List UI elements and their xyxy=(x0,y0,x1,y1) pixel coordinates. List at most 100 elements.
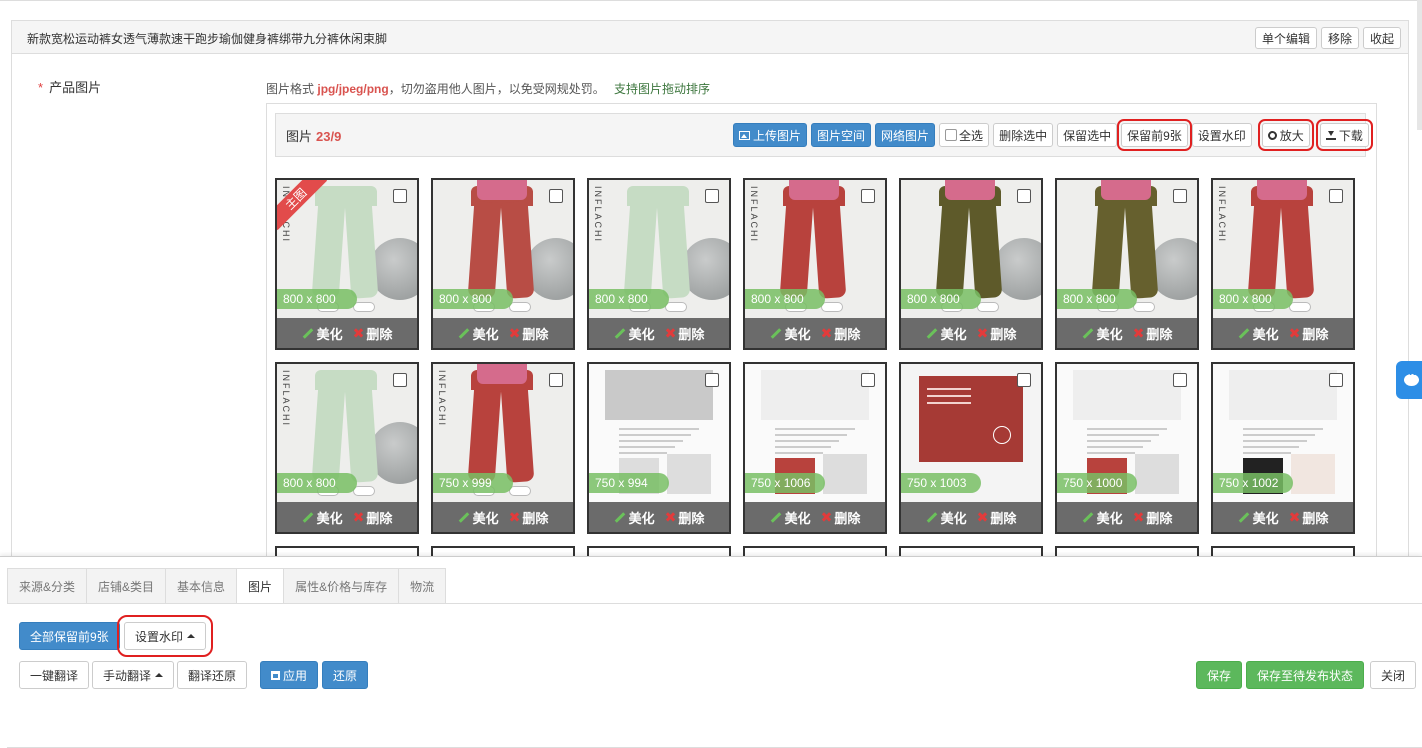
beautify-button[interactable]: 美化 xyxy=(926,324,967,343)
doc-block xyxy=(761,370,869,420)
scrollbar[interactable] xyxy=(1417,0,1422,130)
delete-image-button[interactable]: ✖ 删除 xyxy=(977,508,1017,527)
image-checkbox[interactable] xyxy=(1329,189,1343,203)
doc-line xyxy=(1087,434,1159,436)
delete-image-button[interactable]: ✖ 删除 xyxy=(821,324,861,343)
save-button[interactable]: 保存 xyxy=(1196,661,1243,689)
torso xyxy=(1257,180,1307,200)
image-checkbox[interactable] xyxy=(1017,373,1031,387)
image-checkbox[interactable] xyxy=(1173,373,1187,387)
delete-image-button[interactable]: ✖ 删除 xyxy=(665,508,705,527)
download-button[interactable]: 下载 xyxy=(1315,119,1373,151)
delete-image-button[interactable]: ✖ 删除 xyxy=(509,508,549,527)
product-thumbnail[interactable]: INFLACHI 800 x 800 美化 ✖ 删除 xyxy=(587,178,731,350)
tab-4[interactable]: 属性&价格与库存 xyxy=(283,568,399,604)
keep-selected-button[interactable]: 保留选中 xyxy=(1057,123,1118,147)
product-thumbnail[interactable]: 750 x 1000 美化 ✖ 删除 xyxy=(1055,362,1199,534)
shoe xyxy=(665,302,687,312)
tab-1[interactable]: 店铺&类目 xyxy=(86,568,166,604)
product-thumbnail[interactable]: INFLACHI 800 x 800 美化 ✖ 删除 xyxy=(743,178,887,350)
beautify-button[interactable]: 美化 xyxy=(302,324,343,343)
one-click-translate-button[interactable]: 一键翻译 xyxy=(19,661,90,689)
set-watermark-dropdown[interactable]: 设置水印 xyxy=(116,615,214,657)
delete-selected-button[interactable]: 删除选中 xyxy=(993,123,1054,147)
doc-line xyxy=(1243,440,1307,442)
save-pending-button[interactable]: 保存至待发布状态 xyxy=(1246,661,1365,689)
product-thumbnail[interactable]: INFLACHI 800 x 800 美化 ✖ 删除 xyxy=(275,362,419,534)
apply-button[interactable]: 应用 xyxy=(260,661,319,689)
close-button[interactable]: 关闭 xyxy=(1370,661,1417,689)
single-edit-button[interactable]: 单个编辑 xyxy=(1254,27,1317,49)
beautify-button[interactable]: 美化 xyxy=(926,508,967,527)
product-header: 新款宽松运动裤女透气薄款速干跑步瑜伽健身裤绑带九分裤休闲束脚 单个编辑 移除 收… xyxy=(12,21,1408,54)
keep-first-9-button[interactable]: 保留前9张 xyxy=(1117,119,1192,151)
product-thumbnail[interactable]: 750 x 1006 美化 ✖ 删除 xyxy=(743,362,887,534)
beautify-button[interactable]: 美化 xyxy=(1238,324,1279,343)
manual-translate-dropdown[interactable]: 手动翻译 xyxy=(92,661,175,689)
product-thumbnail[interactable]: 750 x 994 美化 ✖ 删除 xyxy=(587,362,731,534)
zoom-button[interactable]: 放大 xyxy=(1257,119,1314,151)
delete-image-button[interactable]: ✖ 删除 xyxy=(1289,508,1329,527)
beautify-button[interactable]: 美化 xyxy=(458,508,499,527)
image-checkbox[interactable] xyxy=(393,373,407,387)
delete-image-button[interactable]: ✖ 删除 xyxy=(1133,324,1173,343)
delete-image-button[interactable]: ✖ 删除 xyxy=(509,324,549,343)
beautify-button[interactable]: 美化 xyxy=(614,508,655,527)
keep-all-first9-button[interactable]: 全部保留前9张 xyxy=(19,622,120,650)
tab-0[interactable]: 来源&分类 xyxy=(7,568,87,604)
tab-2[interactable]: 基本信息 xyxy=(165,568,237,604)
hint-prefix: 图片格式 xyxy=(266,82,315,96)
beautify-button[interactable]: 美化 xyxy=(1238,508,1279,527)
doc-block xyxy=(1291,454,1335,494)
delete-image-button[interactable]: ✖ 删除 xyxy=(1133,508,1173,527)
image-checkbox[interactable] xyxy=(1329,373,1343,387)
leg xyxy=(1124,201,1159,299)
image-checkbox[interactable] xyxy=(861,189,875,203)
remove-button[interactable]: 移除 xyxy=(1320,27,1359,49)
product-thumbnail[interactable]: 800 x 800 美化 ✖ 删除 xyxy=(1055,178,1199,350)
beautify-button[interactable]: 美化 xyxy=(614,324,655,343)
download-label: 下载 xyxy=(1338,128,1363,143)
translate-restore-button[interactable]: 翻译还原 xyxy=(177,661,248,689)
image-checkbox[interactable] xyxy=(393,189,407,203)
product-thumbnail[interactable]: 800 x 800 美化 ✖ 删除 xyxy=(431,178,575,350)
web-image-button[interactable]: 网络图片 xyxy=(875,123,936,147)
doc-line xyxy=(619,428,699,430)
product-thumbnail[interactable]: INFLACHI 800 x 800 美化 ✖ 删除 xyxy=(1211,178,1355,350)
delete-image-button[interactable]: ✖ 删除 xyxy=(353,508,393,527)
image-checkbox[interactable] xyxy=(1173,189,1187,203)
zoom-label: 放大 xyxy=(1279,128,1304,143)
product-thumbnail[interactable]: 750 x 1002 美化 ✖ 删除 xyxy=(1211,362,1355,534)
select-all-checkbox[interactable]: 全选 xyxy=(939,123,990,147)
delete-image-button[interactable]: ✖ 删除 xyxy=(821,508,861,527)
product-thumbnail[interactable]: 750 x 1003 美化 ✖ 删除 xyxy=(899,362,1043,534)
tab-3[interactable]: 图片 xyxy=(236,568,284,604)
pencil-icon xyxy=(770,511,781,523)
beautify-button[interactable]: 美化 xyxy=(1082,508,1123,527)
product-thumbnail[interactable]: 800 x 800 美化 ✖ 删除 xyxy=(899,178,1043,350)
image-checkbox[interactable] xyxy=(705,373,719,387)
beautify-button[interactable]: 美化 xyxy=(1082,324,1123,343)
chat-button[interactable] xyxy=(1396,361,1422,399)
beautify-button[interactable]: 美化 xyxy=(770,508,811,527)
image-checkbox[interactable] xyxy=(1017,189,1031,203)
image-checkbox[interactable] xyxy=(861,373,875,387)
delete-image-button[interactable]: ✖ 删除 xyxy=(1289,324,1329,343)
image-checkbox[interactable] xyxy=(705,189,719,203)
beautify-button[interactable]: 美化 xyxy=(302,508,343,527)
tab-5[interactable]: 物流 xyxy=(398,568,447,604)
restore-button[interactable]: 还原 xyxy=(322,661,369,689)
collapse-button[interactable]: 收起 xyxy=(1362,27,1401,49)
beautify-button[interactable]: 美化 xyxy=(458,324,499,343)
product-thumbnail[interactable]: INFLACHI主图800 x 800美化✖删除 xyxy=(275,178,419,350)
delete-image-button[interactable]: ✖ 删除 xyxy=(665,324,705,343)
image-space-button[interactable]: 图片空间 xyxy=(811,123,872,147)
delete-image-button[interactable]: ✖ 删除 xyxy=(977,324,1017,343)
watermark-button[interactable]: 设置水印 xyxy=(1191,123,1252,147)
image-checkbox[interactable] xyxy=(549,373,563,387)
delete-image-button[interactable]: ✖ 删除 xyxy=(353,324,393,343)
beautify-button[interactable]: 美化 xyxy=(770,324,811,343)
product-thumbnail[interactable]: INFLACHI 750 x 999 美化 ✖ 删除 xyxy=(431,362,575,534)
upload-image-button[interactable]: 上传图片 xyxy=(733,123,808,147)
image-checkbox[interactable] xyxy=(549,189,563,203)
